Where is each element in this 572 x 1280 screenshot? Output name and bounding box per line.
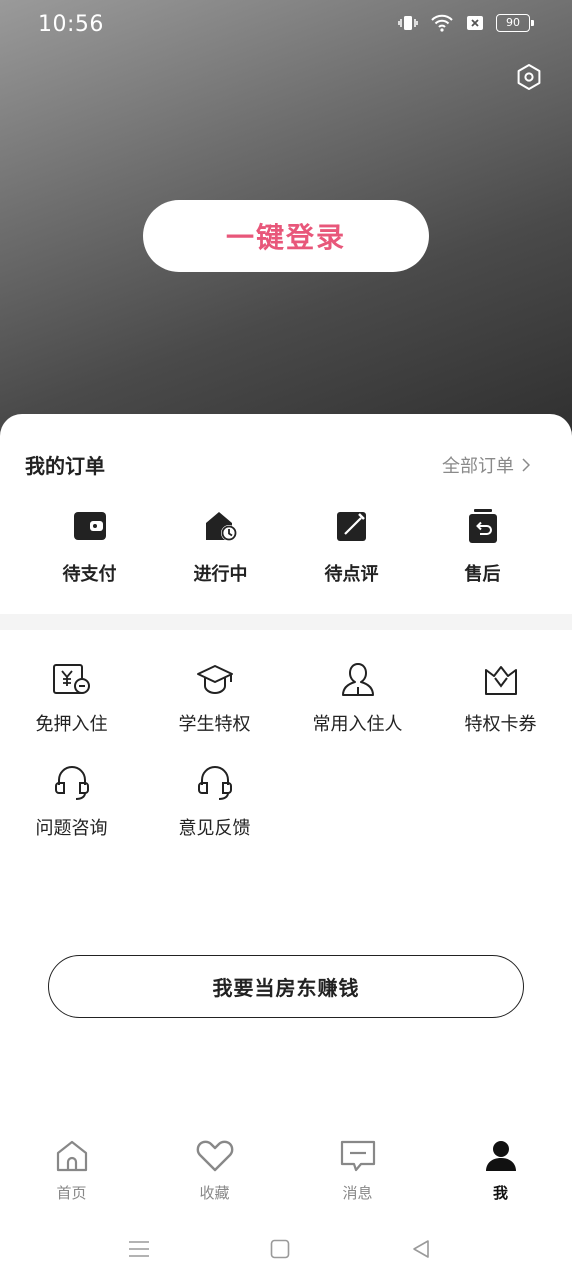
orders-title: 我的订单 bbox=[25, 454, 105, 478]
system-navigation-bar bbox=[0, 1222, 572, 1280]
order-item-label: 待点评 bbox=[324, 564, 379, 585]
tab-label: 收藏 bbox=[199, 1184, 230, 1202]
deposit-free-icon bbox=[50, 658, 94, 702]
sim-icon bbox=[466, 15, 484, 31]
order-item-label: 进行中 bbox=[193, 564, 248, 585]
battery-level: 90 bbox=[506, 16, 520, 29]
order-item-label: 售后 bbox=[464, 564, 501, 585]
feature-deposit-free[interactable]: 免押入住 bbox=[0, 658, 143, 736]
order-item-label: 待支付 bbox=[62, 564, 117, 585]
feature-label: 常用入住人 bbox=[312, 714, 403, 735]
order-status-grid: 待支付 进行中 待点评 售后 bbox=[24, 506, 548, 586]
tab-label: 首页 bbox=[56, 1184, 87, 1202]
square-icon bbox=[270, 1239, 290, 1259]
feature-label: 免押入住 bbox=[35, 714, 108, 735]
wifi-icon bbox=[430, 14, 454, 32]
feature-consultation[interactable]: 问题咨询 bbox=[0, 762, 143, 840]
one-click-login-button[interactable]: 一键登录 bbox=[143, 200, 429, 272]
tab-label: 我 bbox=[492, 1184, 508, 1202]
order-pending-payment[interactable]: 待支付 bbox=[24, 506, 155, 586]
home-icon bbox=[52, 1136, 92, 1176]
order-to-review[interactable]: 待点评 bbox=[286, 506, 417, 586]
person-icon bbox=[336, 658, 380, 702]
wallet-icon bbox=[70, 506, 110, 546]
back-triangle-icon bbox=[413, 1240, 429, 1258]
heart-icon bbox=[195, 1136, 235, 1176]
status-bar: 10:56 90 bbox=[0, 0, 572, 52]
feature-privilege-coupons[interactable]: 特权卡券 bbox=[429, 658, 572, 736]
feature-label: 问题咨询 bbox=[35, 818, 108, 839]
order-in-progress[interactable]: 进行中 bbox=[155, 506, 286, 586]
headset-icon bbox=[193, 762, 237, 806]
menu-icon bbox=[129, 1241, 149, 1257]
tab-messages[interactable]: 消息 bbox=[286, 1136, 429, 1216]
orders-card: 我的订单 全部订单 待支付 进行中 待点评 售后 bbox=[0, 414, 572, 614]
edit-icon bbox=[332, 506, 372, 546]
message-icon bbox=[338, 1136, 378, 1176]
user-icon bbox=[481, 1136, 521, 1176]
headset-icon bbox=[50, 762, 94, 806]
all-orders-link[interactable]: 全部订单 bbox=[442, 452, 530, 478]
home-nav-button[interactable] bbox=[265, 1234, 295, 1264]
feature-feedback[interactable]: 意见反馈 bbox=[143, 762, 286, 840]
feature-student-privilege[interactable]: 学生特权 bbox=[143, 658, 286, 736]
section-divider bbox=[0, 614, 572, 630]
return-icon bbox=[463, 506, 503, 546]
chevron-right-icon bbox=[522, 458, 530, 472]
settings-hexagon-icon bbox=[517, 64, 541, 90]
graduation-cap-icon bbox=[193, 658, 237, 702]
feature-label: 意见反馈 bbox=[178, 818, 251, 839]
become-landlord-button[interactable]: 我要当房东赚钱 bbox=[48, 955, 524, 1018]
bottom-tab-bar: 首页 收藏 消息 我 bbox=[0, 1136, 572, 1216]
vibrate-icon bbox=[398, 14, 418, 32]
tab-label: 消息 bbox=[342, 1184, 373, 1202]
order-after-sales[interactable]: 售后 bbox=[417, 506, 548, 586]
all-orders-label: 全部订单 bbox=[442, 456, 514, 477]
feature-label: 学生特权 bbox=[178, 714, 251, 735]
tab-me[interactable]: 我 bbox=[429, 1136, 572, 1216]
house-clock-icon bbox=[201, 506, 241, 546]
tab-favorites[interactable]: 收藏 bbox=[143, 1136, 286, 1216]
crown-icon bbox=[479, 658, 523, 702]
status-icons: 90 bbox=[398, 14, 534, 32]
status-time: 10:56 bbox=[38, 12, 104, 37]
battery-icon: 90 bbox=[496, 14, 534, 32]
back-nav-button[interactable] bbox=[406, 1234, 436, 1264]
feature-frequent-guests[interactable]: 常用入住人 bbox=[286, 658, 429, 736]
feature-label: 特权卡券 bbox=[464, 714, 537, 735]
menu-button[interactable] bbox=[124, 1234, 154, 1264]
feature-grid: 免押入住 学生特权 常用入住人 特权卡券 问题咨询 意见反馈 bbox=[0, 658, 572, 866]
tab-home[interactable]: 首页 bbox=[0, 1136, 143, 1216]
settings-button[interactable] bbox=[514, 62, 544, 92]
